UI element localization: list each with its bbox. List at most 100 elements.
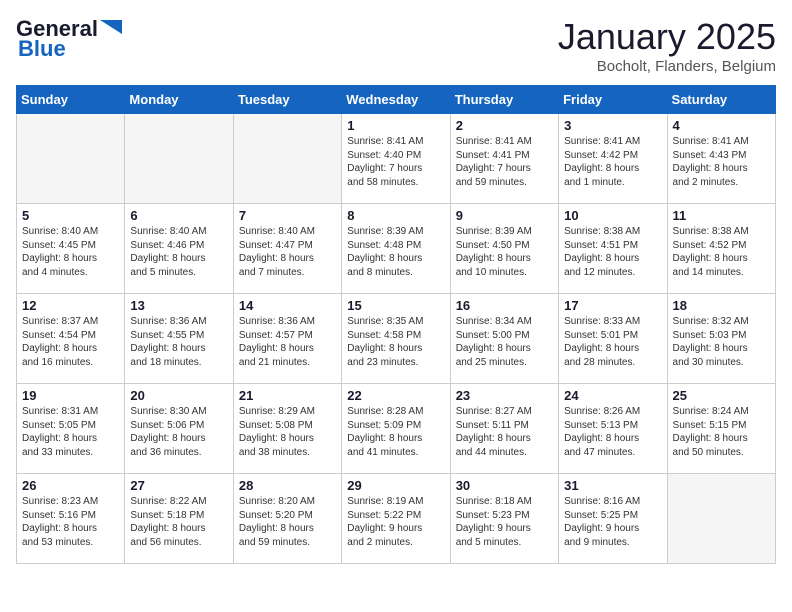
day-info: Sunrise: 8:28 AM Sunset: 5:09 PM Dayligh… — [347, 405, 444, 459]
logo-flag-icon — [100, 20, 122, 34]
day-info: Sunrise: 8:32 AM Sunset: 5:03 PM Dayligh… — [673, 315, 770, 369]
calendar-day: 25 Sunrise: 8:24 AM Sunset: 5:15 PM Dayli… — [667, 384, 775, 474]
calendar-day: 4 Sunrise: 8:41 AM Sunset: 4:43 PM Daylig… — [667, 114, 775, 204]
day-number: 14 — [239, 298, 336, 313]
calendar-day: 27 Sunrise: 8:22 AM Sunset: 5:18 PM Dayli… — [125, 474, 233, 564]
calendar-day: 20Sunrise: 8:30 AM Sunset: 5:06 PM Dayli… — [125, 384, 233, 474]
calendar-day: 18 Sunrise: 8:32 AM Sunset: 5:03 PM Dayli… — [667, 294, 775, 384]
calendar-week-5: 26 Sunrise: 8:23 AM Sunset: 5:16 PM Dayli… — [17, 474, 776, 564]
day-info: Sunrise: 8:29 AM Sunset: 5:08 PM Dayligh… — [239, 405, 336, 459]
day-number: 2 — [456, 118, 553, 133]
day-info: Sunrise: 8:31 AM Sunset: 5:05 PM Dayligh… — [22, 405, 119, 459]
weekday-header-friday: Friday — [559, 86, 667, 114]
day-number: 9 — [456, 208, 553, 223]
day-info: Sunrise: 8:40 AM Sunset: 4:47 PM Dayligh… — [239, 225, 336, 279]
day-number: 27 — [130, 478, 227, 493]
calendar-day: 30Sunrise: 8:18 AM Sunset: 5:23 PM Dayli… — [450, 474, 558, 564]
day-number: 19 — [22, 388, 119, 403]
day-number: 22 — [347, 388, 444, 403]
day-number: 15 — [347, 298, 444, 313]
calendar-week-2: 5 Sunrise: 8:40 AM Sunset: 4:45 PM Daylig… — [17, 204, 776, 294]
day-number: 5 — [22, 208, 119, 223]
calendar-day: 10Sunrise: 8:38 AM Sunset: 4:51 PM Dayli… — [559, 204, 667, 294]
day-info: Sunrise: 8:39 AM Sunset: 4:50 PM Dayligh… — [456, 225, 553, 279]
calendar-day — [233, 114, 341, 204]
day-info: Sunrise: 8:27 AM Sunset: 5:11 PM Dayligh… — [456, 405, 553, 459]
day-number: 21 — [239, 388, 336, 403]
weekday-header-sunday: Sunday — [17, 86, 125, 114]
day-number: 31 — [564, 478, 661, 493]
day-number: 1 — [347, 118, 444, 133]
calendar-day: 5 Sunrise: 8:40 AM Sunset: 4:45 PM Daylig… — [17, 204, 125, 294]
calendar-day: 23 Sunrise: 8:27 AM Sunset: 5:11 PM Dayli… — [450, 384, 558, 474]
weekday-header-wednesday: Wednesday — [342, 86, 450, 114]
day-number: 8 — [347, 208, 444, 223]
calendar-week-3: 12Sunrise: 8:37 AM Sunset: 4:54 PM Dayli… — [17, 294, 776, 384]
calendar-day: 1Sunrise: 8:41 AM Sunset: 4:40 PM Daylig… — [342, 114, 450, 204]
day-info: Sunrise: 8:24 AM Sunset: 5:15 PM Dayligh… — [673, 405, 770, 459]
calendar-day: 31 Sunrise: 8:16 AM Sunset: 5:25 PM Dayli… — [559, 474, 667, 564]
logo-blue: Blue — [16, 36, 66, 62]
calendar-day: 11 Sunrise: 8:38 AM Sunset: 4:52 PM Dayli… — [667, 204, 775, 294]
day-info: Sunrise: 8:35 AM Sunset: 4:58 PM Dayligh… — [347, 315, 444, 369]
calendar-day: 21 Sunrise: 8:29 AM Sunset: 5:08 PM Dayli… — [233, 384, 341, 474]
day-info: Sunrise: 8:36 AM Sunset: 4:57 PM Dayligh… — [239, 315, 336, 369]
day-info: Sunrise: 8:19 AM Sunset: 5:22 PM Dayligh… — [347, 495, 444, 549]
day-number: 23 — [456, 388, 553, 403]
calendar-day: 12Sunrise: 8:37 AM Sunset: 4:54 PM Dayli… — [17, 294, 125, 384]
day-info: Sunrise: 8:26 AM Sunset: 5:13 PM Dayligh… — [564, 405, 661, 459]
calendar-day: 6Sunrise: 8:40 AM Sunset: 4:46 PM Daylig… — [125, 204, 233, 294]
calendar-day: 22 Sunrise: 8:28 AM Sunset: 5:09 PM Dayli… — [342, 384, 450, 474]
weekday-header-tuesday: Tuesday — [233, 86, 341, 114]
calendar-day: 19 Sunrise: 8:31 AM Sunset: 5:05 PM Dayli… — [17, 384, 125, 474]
calendar-day: 8 Sunrise: 8:39 AM Sunset: 4:48 PM Daylig… — [342, 204, 450, 294]
calendar-day: 9 Sunrise: 8:39 AM Sunset: 4:50 PM Daylig… — [450, 204, 558, 294]
day-info: Sunrise: 8:23 AM Sunset: 5:16 PM Dayligh… — [22, 495, 119, 549]
day-info: Sunrise: 8:38 AM Sunset: 4:52 PM Dayligh… — [673, 225, 770, 279]
day-number: 12 — [22, 298, 119, 313]
calendar-day: 16 Sunrise: 8:34 AM Sunset: 5:00 PM Dayli… — [450, 294, 558, 384]
day-info: Sunrise: 8:41 AM Sunset: 4:42 PM Dayligh… — [564, 135, 661, 189]
day-info: Sunrise: 8:41 AM Sunset: 4:41 PM Dayligh… — [456, 135, 553, 189]
weekday-header-saturday: Saturday — [667, 86, 775, 114]
day-info: Sunrise: 8:33 AM Sunset: 5:01 PM Dayligh… — [564, 315, 661, 369]
day-info: Sunrise: 8:36 AM Sunset: 4:55 PM Dayligh… — [130, 315, 227, 369]
title-block: January 2025 Bocholt, Flanders, Belgium — [558, 16, 776, 75]
day-info: Sunrise: 8:40 AM Sunset: 4:45 PM Dayligh… — [22, 225, 119, 279]
day-info: Sunrise: 8:22 AM Sunset: 5:18 PM Dayligh… — [130, 495, 227, 549]
calendar-week-1: 1Sunrise: 8:41 AM Sunset: 4:40 PM Daylig… — [17, 114, 776, 204]
day-number: 26 — [22, 478, 119, 493]
weekday-header-row: SundayMondayTuesdayWednesdayThursdayFrid… — [17, 86, 776, 114]
day-number: 13 — [130, 298, 227, 313]
calendar-day: 15 Sunrise: 8:35 AM Sunset: 4:58 PM Dayli… — [342, 294, 450, 384]
day-number: 16 — [456, 298, 553, 313]
day-number: 30 — [456, 478, 553, 493]
calendar-day: 14 Sunrise: 8:36 AM Sunset: 4:57 PM Dayli… — [233, 294, 341, 384]
calendar-day: 7 Sunrise: 8:40 AM Sunset: 4:47 PM Daylig… — [233, 204, 341, 294]
day-info: Sunrise: 8:41 AM Sunset: 4:43 PM Dayligh… — [673, 135, 770, 189]
day-number: 28 — [239, 478, 336, 493]
page-header: General Blue January 2025 Bocholt, Fland… — [16, 16, 776, 75]
day-info: Sunrise: 8:39 AM Sunset: 4:48 PM Dayligh… — [347, 225, 444, 279]
day-info: Sunrise: 8:34 AM Sunset: 5:00 PM Dayligh… — [456, 315, 553, 369]
calendar-day: 29Sunrise: 8:19 AM Sunset: 5:22 PM Dayli… — [342, 474, 450, 564]
weekday-header-thursday: Thursday — [450, 86, 558, 114]
calendar-day — [125, 114, 233, 204]
day-number: 17 — [564, 298, 661, 313]
day-number: 7 — [239, 208, 336, 223]
day-number: 4 — [673, 118, 770, 133]
day-info: Sunrise: 8:30 AM Sunset: 5:06 PM Dayligh… — [130, 405, 227, 459]
day-number: 11 — [673, 208, 770, 223]
day-number: 6 — [130, 208, 227, 223]
calendar-day: 13 Sunrise: 8:36 AM Sunset: 4:55 PM Dayli… — [125, 294, 233, 384]
calendar-day: 2 Sunrise: 8:41 AM Sunset: 4:41 PM Daylig… — [450, 114, 558, 204]
day-info: Sunrise: 8:16 AM Sunset: 5:25 PM Dayligh… — [564, 495, 661, 549]
day-number: 10 — [564, 208, 661, 223]
day-number: 24 — [564, 388, 661, 403]
day-number: 18 — [673, 298, 770, 313]
calendar-day: 3Sunrise: 8:41 AM Sunset: 4:42 PM Daylig… — [559, 114, 667, 204]
calendar-day: 24 Sunrise: 8:26 AM Sunset: 5:13 PM Dayli… — [559, 384, 667, 474]
calendar-day — [667, 474, 775, 564]
day-number: 25 — [673, 388, 770, 403]
location-subtitle: Bocholt, Flanders, Belgium — [558, 58, 776, 75]
